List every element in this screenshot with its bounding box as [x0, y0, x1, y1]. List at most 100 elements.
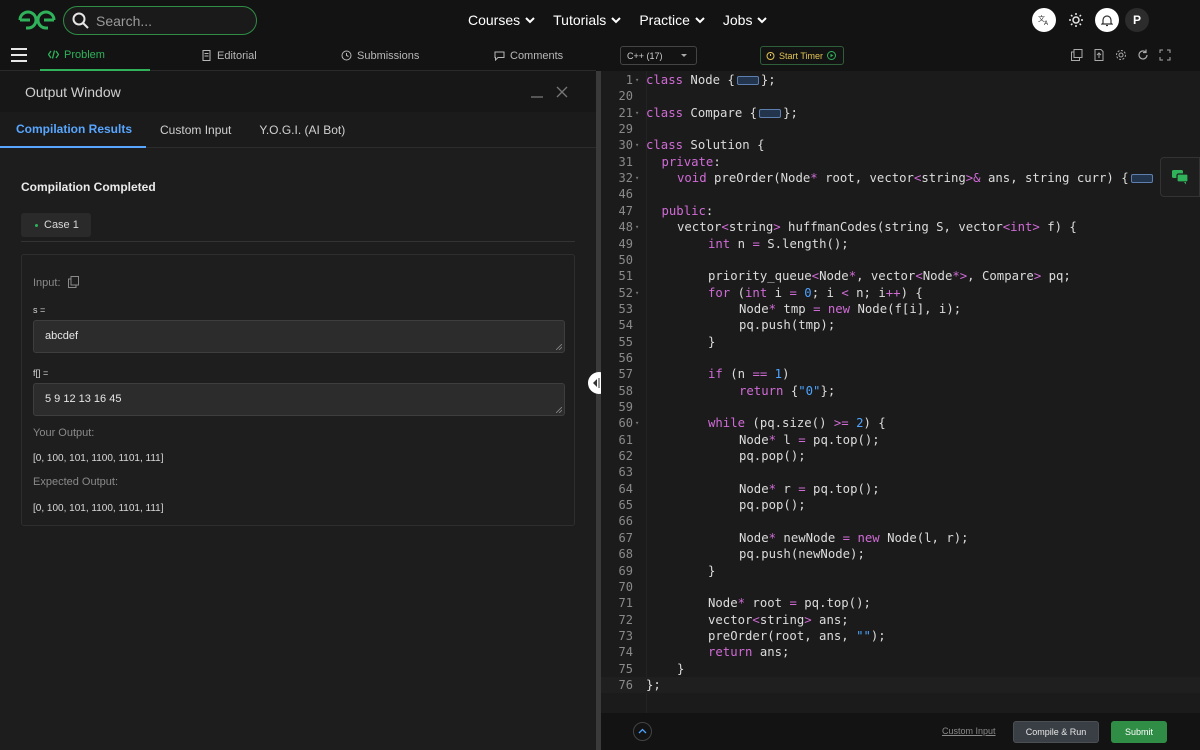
minimize-icon[interactable] [530, 85, 544, 99]
line-number: 70 [618, 579, 633, 594]
gear-icon[interactable] [1115, 49, 1127, 61]
code-editor[interactable]: 1 ▾ class Node {}; 20 21 ▾ class Compare {}; 29… [601, 71, 1200, 713]
code-line[interactable]: 72 vector<string> ans; [601, 612, 1200, 628]
reset-icon[interactable] [1137, 49, 1149, 61]
nav-practice[interactable]: Practice [639, 12, 705, 28]
code-line[interactable]: 54 pq.push(tmp); [601, 317, 1200, 333]
code-line[interactable]: 56 [601, 350, 1200, 366]
folded-code-badge[interactable] [759, 108, 782, 118]
search-input[interactable] [96, 12, 246, 29]
code-line[interactable]: 55} [601, 334, 1200, 350]
nav-courses[interactable]: Courses [468, 12, 535, 28]
code-line[interactable]: 68 pq.push(newNode); [601, 546, 1200, 562]
code-line[interactable]: 71 Node* root = pq.top(); [601, 595, 1200, 611]
code-line[interactable]: 61 Node* l = pq.top(); [601, 432, 1200, 448]
fullscreen-icon[interactable] [1159, 49, 1171, 61]
tab-custom-input[interactable]: Custom Input [146, 112, 245, 148]
code-token: priority_queue [708, 269, 812, 284]
nav-tutorials[interactable]: Tutorials [553, 12, 622, 28]
tab-comments[interactable]: Comments [494, 40, 563, 71]
code-line[interactable]: 67 Node* newNode = new Node(l, r); [601, 530, 1200, 546]
code-line[interactable]: 32 ▾ void preOrder(Node* root, vector<stri… [601, 170, 1200, 186]
code-line[interactable]: 73 preOrder(root, ans, ""); [601, 628, 1200, 644]
code-line[interactable]: 31 private: [601, 154, 1200, 170]
code-line[interactable]: 50 [601, 252, 1200, 268]
fold-toggle-icon[interactable]: ▾ [633, 223, 646, 231]
start-timer-button[interactable]: Start Timer [760, 46, 844, 65]
code-token: = [789, 596, 797, 611]
fold-toggle-icon[interactable]: ▾ [633, 289, 646, 297]
code-line[interactable]: 52 ▾ for (int i = 0; i < n; i++) { [601, 285, 1200, 301]
nav-jobs[interactable]: Jobs [723, 12, 768, 28]
code-line[interactable]: 30 ▾ class Solution { [601, 137, 1200, 153]
code-line[interactable]: 76}; [601, 676, 1200, 693]
upload-file-icon[interactable] [1093, 49, 1105, 61]
code-line[interactable]: 53 Node* tmp = new Node(f[i], i); [601, 301, 1200, 317]
submit-button[interactable]: Submit [1111, 721, 1167, 743]
f-value-field[interactable]: 5 9 12 13 16 45 [33, 383, 565, 416]
code-token: private [661, 154, 714, 169]
fold-toggle-icon[interactable]: ▾ [633, 141, 646, 149]
code-line[interactable]: 62 pq.pop(); [601, 448, 1200, 464]
tab-submissions[interactable]: Submissions [341, 40, 419, 71]
code-line[interactable]: 58 return {"0"}; [601, 383, 1200, 399]
code-line[interactable]: 66 [601, 513, 1200, 529]
line-number: 60 [618, 416, 633, 431]
theme-toggle-button[interactable] [1064, 8, 1088, 32]
code-line[interactable]: 69} [601, 563, 1200, 579]
menu-icon[interactable] [11, 48, 27, 62]
tab-compilation-results[interactable]: Compilation Results [0, 112, 147, 148]
line-number: 75 [618, 661, 633, 676]
chat-button[interactable] [1160, 157, 1200, 197]
code-text: vector<string> ans; [646, 613, 849, 627]
case-1-tab[interactable]: Case 1 [21, 213, 91, 237]
nav-practice-label: Practice [639, 12, 690, 28]
code-line[interactable]: 63 [601, 464, 1200, 480]
fold-toggle-icon[interactable]: ▾ [633, 109, 646, 117]
code-token: S.length(); [759, 236, 849, 251]
language-select[interactable]: C++ (17) [620, 46, 697, 65]
code-line[interactable]: 57 if (n == 1) [601, 366, 1200, 382]
code-line[interactable]: 60 ▾ while (pq.size() >= 2) { [601, 415, 1200, 431]
fold-toggle-icon[interactable]: ▾ [633, 76, 646, 84]
code-line[interactable]: 49 int n = S.length(); [601, 236, 1200, 252]
tab-editorial[interactable]: Editorial [201, 40, 257, 71]
tab-yogi[interactable]: Y.O.G.I. (AI Bot) [245, 112, 359, 148]
code-line[interactable]: 20 [601, 88, 1200, 104]
code-line[interactable]: 46 [601, 186, 1200, 202]
code-line[interactable]: 1 ▾ class Node {}; [601, 72, 1200, 88]
console-toggle-button[interactable] [633, 722, 652, 741]
code-line[interactable]: 29 [601, 121, 1200, 137]
code-line[interactable]: 48 ▾ vector<string> huffmanCodes(string S,… [601, 219, 1200, 235]
gfg-logo[interactable] [16, 8, 58, 32]
code-line[interactable]: 70 [601, 579, 1200, 595]
code-line[interactable]: 59 [601, 399, 1200, 415]
code-line[interactable]: 47 public: [601, 203, 1200, 219]
fold-toggle-icon[interactable]: ▾ [633, 174, 646, 182]
code-line[interactable]: 51 priority_queue<Node*, vector<Node*>, C… [601, 268, 1200, 284]
code-token: f) { [1039, 220, 1077, 235]
case-label: Case 1 [44, 219, 79, 231]
custom-input-link[interactable]: Custom Input [942, 726, 996, 736]
copy-icon[interactable] [68, 276, 79, 288]
code-line[interactable]: 65 pq.pop(); [601, 497, 1200, 513]
tab-problem[interactable]: Problem [40, 40, 150, 71]
code-line[interactable]: 64 Node* r = pq.top(); [601, 481, 1200, 497]
folded-code-badge[interactable] [1130, 174, 1153, 184]
s-value-field[interactable]: abcdef [33, 320, 565, 353]
notifications-button[interactable] [1095, 8, 1119, 32]
search-box[interactable] [63, 6, 257, 35]
copy-code-icon[interactable] [1071, 49, 1083, 61]
compile-run-button[interactable]: Compile & Run [1013, 721, 1099, 743]
line-number: 20 [618, 89, 633, 104]
avatar[interactable]: P [1125, 8, 1149, 32]
code-token: public [661, 203, 706, 218]
code-line[interactable]: 74 return ans; [601, 644, 1200, 660]
close-icon[interactable] [555, 85, 569, 99]
code-line[interactable]: 75} [601, 661, 1200, 677]
folded-code-badge[interactable] [736, 76, 759, 85]
code-line[interactable]: 21 ▾ class Compare {}; [601, 105, 1200, 121]
translate-button[interactable]: 文 A [1032, 8, 1056, 32]
editor-footer: Custom Input Compile & Run Submit [601, 713, 1200, 750]
fold-toggle-icon[interactable]: ▾ [633, 419, 646, 427]
